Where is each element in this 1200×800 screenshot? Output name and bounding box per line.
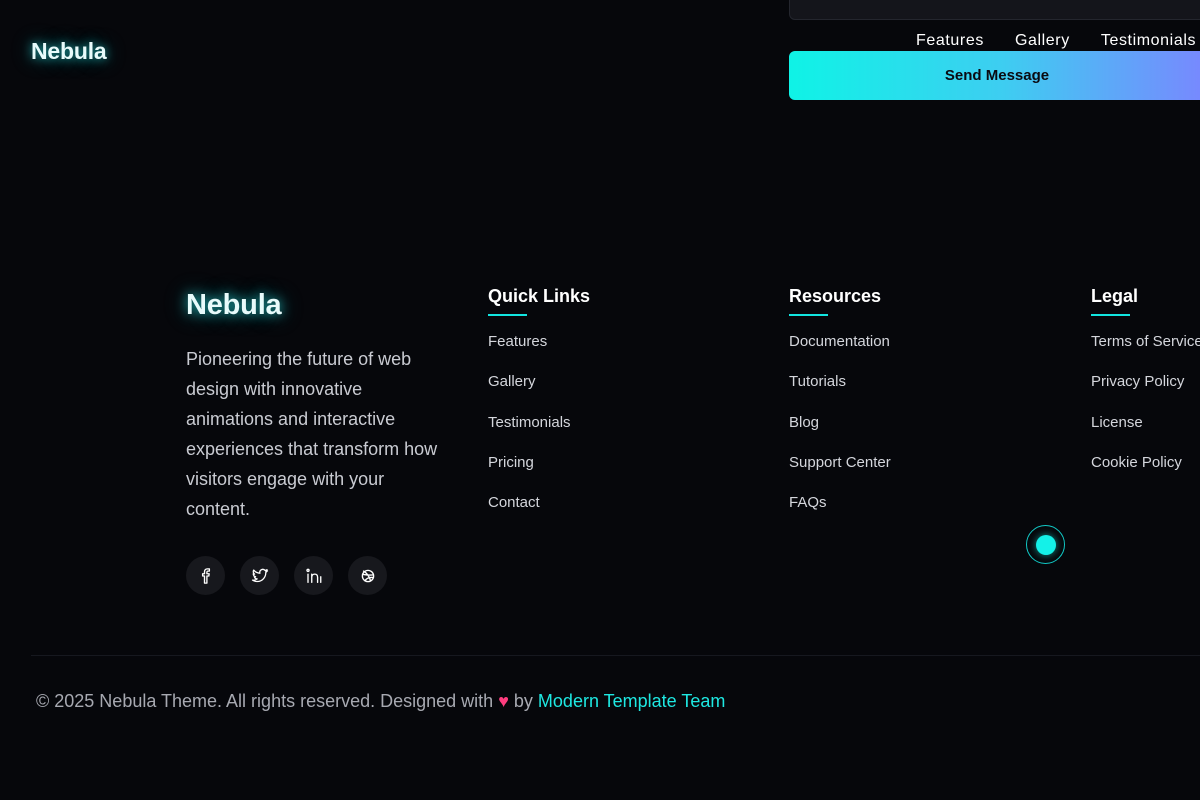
top-nav: Features Gallery Testimonials — [916, 32, 1196, 50]
resources-heading: Resources — [789, 286, 891, 316]
legal-link-cookies[interactable]: Cookie Policy — [1091, 454, 1200, 494]
quick-link-features[interactable]: Features — [488, 333, 590, 373]
header-logo[interactable]: Nebula — [31, 38, 107, 65]
social-links — [186, 556, 446, 595]
cursor-dot — [1035, 534, 1056, 555]
quick-link-contact[interactable]: Contact — [488, 494, 590, 534]
resources-list: Documentation Tutorials Blog Support Cen… — [789, 333, 891, 534]
facebook-link[interactable] — [186, 556, 225, 595]
quick-link-testimonials[interactable]: Testimonials — [488, 414, 590, 454]
resource-link-documentation[interactable]: Documentation — [789, 333, 891, 373]
nav-link-testimonials[interactable]: Testimonials — [1101, 32, 1196, 50]
nav-link-features[interactable]: Features — [916, 32, 984, 50]
resource-link-blog[interactable]: Blog — [789, 414, 891, 454]
resources-column: Resources Documentation Tutorials Blog S… — [789, 286, 891, 534]
legal-link-terms[interactable]: Terms of Service — [1091, 333, 1200, 373]
linkedin-icon — [305, 568, 321, 583]
resource-link-support-center[interactable]: Support Center — [789, 454, 891, 494]
twitter-link[interactable] — [240, 556, 279, 595]
legal-column: Legal Terms of Service Privacy Policy Li… — [1091, 286, 1200, 494]
copyright: © 2025 Nebula Theme. All rights reserved… — [36, 691, 725, 712]
footer-description: Pioneering the future of web design with… — [186, 349, 438, 519]
quick-links-column: Quick Links Features Gallery Testimonial… — [488, 286, 590, 534]
dribbble-link[interactable] — [348, 556, 387, 595]
legal-link-privacy[interactable]: Privacy Policy — [1091, 373, 1200, 413]
message-field[interactable] — [789, 0, 1200, 20]
heart-icon: ♥ — [498, 691, 509, 711]
credit-link[interactable]: Modern Template Team — [538, 691, 725, 711]
legal-link-license[interactable]: License — [1091, 414, 1200, 454]
legal-heading: Legal — [1091, 286, 1200, 316]
cursor-follower — [1026, 525, 1065, 564]
quick-links-heading: Quick Links — [488, 286, 590, 316]
facebook-icon — [201, 567, 210, 584]
footer-logo[interactable]: Nebula — [186, 289, 446, 322]
copyright-by: by — [513, 691, 533, 711]
linkedin-link[interactable] — [294, 556, 333, 595]
quick-link-gallery[interactable]: Gallery — [488, 373, 590, 413]
dribbble-icon — [361, 569, 374, 582]
footer-brand: Nebula Pioneering the future of web desi… — [186, 289, 446, 595]
legal-list: Terms of Service Privacy Policy License … — [1091, 333, 1200, 494]
resource-link-tutorials[interactable]: Tutorials — [789, 373, 891, 413]
send-message-button[interactable]: Send Message — [789, 51, 1200, 100]
quick-link-pricing[interactable]: Pricing — [488, 454, 590, 494]
copyright-text: © 2025 Nebula Theme. All rights reserved… — [36, 691, 494, 711]
quick-links-list: Features Gallery Testimonials Pricing Co… — [488, 333, 590, 534]
twitter-icon — [251, 568, 268, 582]
resource-link-faqs[interactable]: FAQs — [789, 494, 891, 534]
page: Nebula Features Gallery Testimonials Sen… — [0, 0, 1200, 800]
nav-link-gallery[interactable]: Gallery — [1015, 32, 1070, 50]
footer-divider — [31, 655, 1200, 656]
